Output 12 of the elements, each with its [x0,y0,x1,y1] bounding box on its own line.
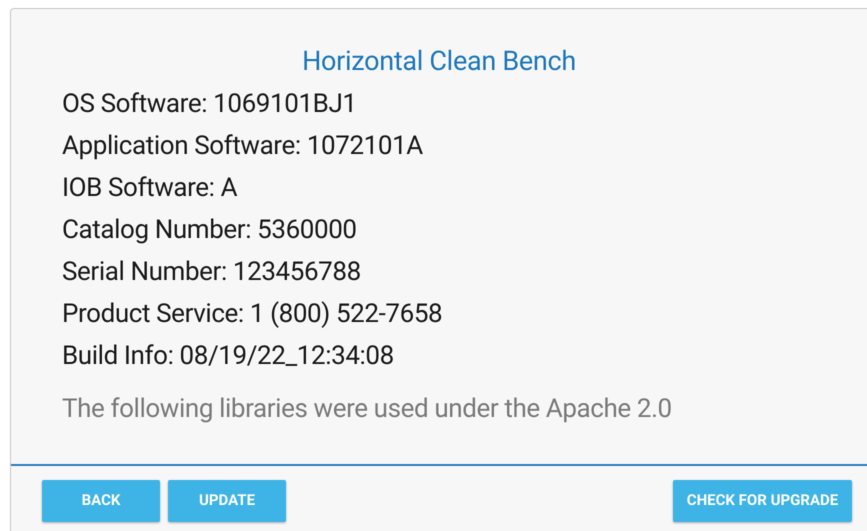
info-line: Application Software: 1072101A [62,130,423,163]
license-notice: The following libraries were used under the Apache 2.0 [62,393,672,426]
nav-button[interactable]: UPDATE [168,480,286,522]
page-title: Horizontal Clean Bench [302,44,576,79]
info-line: Catalog Number: 5360000 [62,214,357,247]
info-line: OS Software: 1069101BJ1 [62,88,357,121]
info-line: Product Service: 1 (800) 522-7658 [62,298,442,331]
info-line: IOB Software: A [62,172,238,205]
upgrade-button[interactable]: CHECK FOR UPGRADE [673,480,852,522]
info-line: Serial Number: 123456788 [62,256,361,289]
nav-button[interactable]: BACK [42,480,160,522]
info-line: Build Info: 08/19/22_12:34:08 [62,340,394,373]
